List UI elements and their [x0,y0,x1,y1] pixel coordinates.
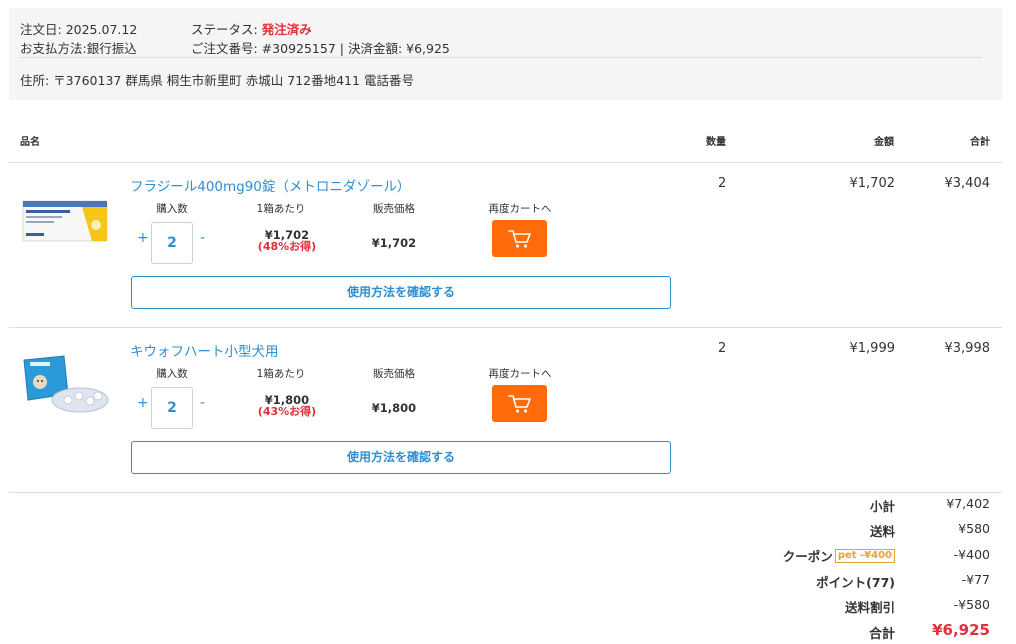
unit-price-label: 1箱あたり [256,368,306,380]
payment-method-value: 銀行振込 [86,41,137,56]
shipping-address: 住所: 〒3760137 群馬県 桐生市新里町 赤城山 712番地411 電話番… [20,73,414,88]
coupon-label: クーポン [782,549,833,564]
qty-decrement-button[interactable]: - [200,395,205,411]
sale-price-value: ¥1,800 [371,401,417,415]
unit-price-label: 1箱あたり [256,203,306,215]
recart-label: 再度カートへ [488,203,552,215]
quantity-stepper[interactable]: 2 [151,222,193,264]
item-total: ¥3,998 [944,341,991,356]
usage-instructions-button[interactable]: 使用方法を確認する [131,441,671,474]
column-header-qty: 数量 [706,137,726,148]
discount-rate: (43%お得) [257,405,317,418]
shipping-discount-label: 送料割引 [844,600,895,615]
points-value: -¥77 [961,572,990,587]
qty-decrement-button[interactable]: - [200,230,205,246]
add-to-cart-button[interactable] [492,385,547,422]
sale-price-value: ¥1,702 [371,236,417,250]
column-header-product: 品名 [20,137,40,148]
cart-icon [507,229,531,248]
order-date: 注文日: 2025.07.12 [20,22,138,37]
coupon-row: クーポン pet -¥400 [783,546,895,565]
add-to-cart-button[interactable] [492,220,547,257]
column-header-price: 金額 [874,137,894,148]
order-divider [20,57,982,58]
status-badge: 発注済み [261,22,312,37]
sale-price-label: 販売価格 [373,203,415,215]
qty-increment-button[interactable]: + [137,395,149,411]
item-price: ¥1,702 [849,176,896,191]
quantity-stepper[interactable]: 2 [151,387,193,429]
item-qty: 2 [718,341,727,356]
usage-instructions-button[interactable]: 使用方法を確認する [131,276,671,309]
column-header-total: 合計 [970,137,990,148]
summary-divider [9,492,1002,493]
item-total: ¥3,404 [944,176,991,191]
cart-icon [507,394,531,413]
qty-increment-button[interactable]: + [137,230,149,246]
product-link[interactable]: キウォフハート小型犬用 [130,340,279,360]
order-item: キウォフハート小型犬用 購入数 1箱あたり 販売価格 再度カートへ + 2 - … [9,328,1002,491]
qty-label: 購入数 [156,203,188,215]
subtotal-value: ¥7,402 [946,496,990,511]
unit-price: ¥1,702 (48%お得) [257,229,317,253]
shipping-value: ¥580 [958,521,990,536]
order-item: フラジール400mg90錠（メトロニダゾール） 購入数 1箱あたり 販売価格 再… [9,163,1002,326]
total-value: ¥6,925 [932,621,990,639]
subtotal-label: 小計 [869,499,895,514]
unit-price: ¥1,800 (43%お得) [257,394,317,418]
qty-label: 購入数 [156,368,188,380]
order-number-amount: ご注文番号: #30925157 | 決済金額: ¥6,925 [191,41,450,56]
discount-rate: (48%お得) [257,240,317,253]
total-label: 合計 [868,627,895,642]
order-info-panel: 注文日: 2025.07.12 ステータス: 発注済み お支払方法:銀行振込 ご… [9,8,1002,100]
coupon-value: -¥400 [953,547,990,562]
points-label: ポイント(77) [816,575,895,590]
product-link[interactable]: フラジール400mg90錠（メトロニダゾール） [130,175,410,195]
order-status: ステータス: 発注済み [191,22,312,37]
payment-method: お支払方法:銀行振込 [20,41,137,56]
sale-price-label: 販売価格 [373,368,415,380]
coupon-code-badge: pet -¥400 [834,548,895,563]
item-qty: 2 [718,176,727,191]
product-thumbnail-flagyl[interactable] [22,199,108,247]
shipping-discount-value: -¥580 [953,597,990,612]
order-date-value: 2025.07.12 [65,22,138,37]
product-thumbnail-kiwoff[interactable] [22,354,110,420]
recart-label: 再度カートへ [488,368,552,380]
item-price: ¥1,999 [849,341,896,356]
shipping-label: 送料 [869,524,895,539]
